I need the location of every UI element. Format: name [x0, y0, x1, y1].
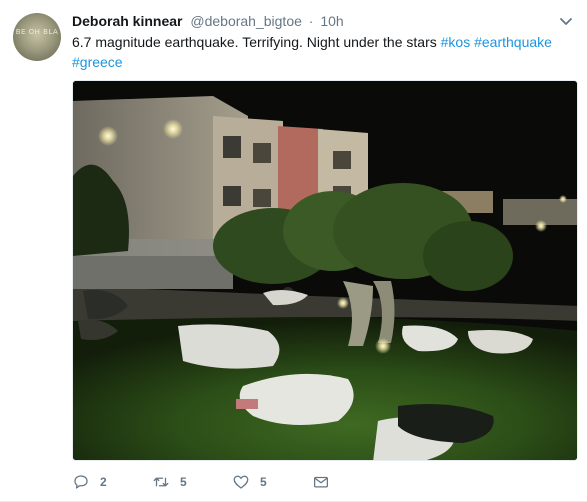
- heart-icon: [233, 475, 249, 489]
- like-count: 5: [260, 475, 267, 489]
- avatar-text: BE OH BLA: [15, 28, 59, 36]
- separator-dot: ·: [308, 13, 314, 29]
- hashtag-kos[interactable]: #kos: [441, 34, 471, 50]
- reply-icon: [74, 475, 88, 489]
- night-scene-image: [73, 81, 577, 460]
- retweet-button[interactable]: 5: [152, 472, 187, 492]
- user-handle[interactable]: @deborah_bigtoe: [190, 13, 302, 29]
- hashtag-earthquake[interactable]: #earthquake: [474, 34, 552, 50]
- avatar[interactable]: BE OH BLA: [13, 13, 61, 61]
- reply-count: 2: [100, 475, 107, 489]
- tweet-card[interactable]: BE OH BLA Deborah kinnear @deborah_bigto…: [0, 0, 587, 502]
- timestamp[interactable]: 10h: [320, 13, 343, 29]
- direct-message-button[interactable]: [312, 472, 330, 492]
- envelope-icon: [313, 476, 329, 488]
- tweet-text: 6.7 magnitude earthquake. Terrifying. Ni…: [72, 32, 572, 72]
- display-name[interactable]: Deborah kinnear: [72, 13, 182, 29]
- retweet-count: 5: [180, 475, 187, 489]
- like-button[interactable]: 5: [232, 472, 267, 492]
- chevron-down-icon[interactable]: [559, 14, 573, 28]
- tweet-photo[interactable]: [72, 80, 578, 461]
- tweet-header: Deborah kinnear @deborah_bigtoe · 10h: [72, 12, 344, 30]
- tweet-body: 6.7 magnitude earthquake. Terrifying. Ni…: [72, 34, 437, 50]
- reply-button[interactable]: 2: [72, 472, 107, 492]
- retweet-icon: [153, 477, 169, 487]
- tweet-actions: 2 5 5: [72, 472, 372, 492]
- hashtag-greece[interactable]: #greece: [72, 54, 123, 70]
